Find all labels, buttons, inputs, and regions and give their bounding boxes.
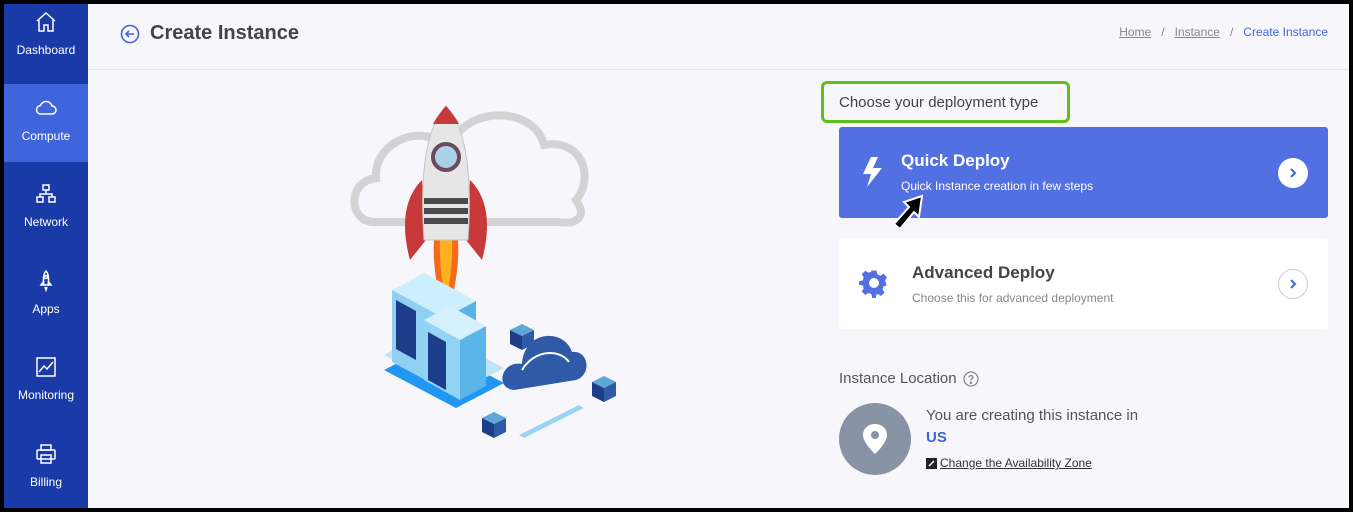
deployment-type-prompt: Choose your deployment type [821, 81, 1070, 123]
chevron-right-icon [1290, 168, 1297, 178]
sidebar-item-billing[interactable]: Billing [4, 436, 88, 508]
printer-icon [36, 444, 56, 464]
sidebar: Dashboard Compute Network Apps Monitorin… [4, 4, 88, 508]
chevron-right-icon [1290, 279, 1297, 289]
lightning-icon [863, 157, 882, 187]
sidebar-item-label: Dashboard [16, 43, 76, 57]
breadcrumb-current: Create Instance [1243, 25, 1328, 39]
app-frame: Dashboard Compute Network Apps Monitorin… [4, 4, 1349, 508]
back-arrow-icon[interactable] [120, 24, 140, 44]
advanced-deploy-subtitle: Choose this for advanced deployment [912, 291, 1114, 305]
rocket-server-illustration [350, 105, 616, 438]
sidebar-item-label: Compute [21, 129, 71, 143]
rocket-icon [39, 269, 53, 293]
quick-deploy-title: Quick Deploy [901, 151, 1010, 170]
gear-icon [859, 270, 887, 298]
breadcrumb-separator: / [1161, 25, 1165, 39]
location-pin-icon [863, 424, 887, 454]
sidebar-item-label: Monitoring [17, 388, 75, 402]
location-description: You are creating this instance in [926, 407, 1139, 424]
breadcrumb-instance[interactable]: Instance [1175, 25, 1220, 39]
instance-location-label: Instance Location [839, 370, 979, 387]
change-availability-zone-link[interactable]: Change the Availability Zone [926, 456, 1092, 470]
sidebar-item-label: Billing [29, 475, 62, 489]
page-header: Create Instance Home / Instance / Create… [88, 4, 1349, 70]
advanced-deploy-arrow-button[interactable] [1278, 269, 1308, 299]
location-region: US [926, 429, 947, 446]
sidebar-item-monitoring[interactable]: Monitoring [4, 349, 88, 427]
location-pin-badge [839, 403, 911, 475]
network-icon [36, 184, 56, 203]
breadcrumb-home[interactable]: Home [1119, 25, 1151, 39]
quick-deploy-arrow-button[interactable] [1278, 158, 1308, 188]
cloud-icon [35, 100, 57, 115]
quick-deploy-subtitle: Quick Instance creation in few steps [901, 179, 1094, 193]
advanced-deploy-title: Advanced Deploy [912, 263, 1055, 282]
instance-location-text: Instance Location [839, 370, 957, 387]
sidebar-item-network[interactable]: Network [4, 176, 88, 254]
change-zone-label: Change the Availability Zone [940, 456, 1092, 470]
breadcrumb-separator: / [1229, 25, 1234, 39]
edit-icon [926, 457, 937, 469]
home-icon [36, 11, 56, 32]
sidebar-item-compute[interactable]: Compute [4, 84, 88, 162]
sidebar-item-label: Network [23, 215, 68, 229]
help-icon[interactable] [962, 370, 979, 387]
advanced-deploy-card[interactable]: Advanced Deploy Choose this for advanced… [839, 238, 1328, 329]
sidebar-item-label: Apps [32, 302, 60, 316]
mouse-cursor-icon [892, 194, 924, 231]
sidebar-item-apps[interactable]: Apps [4, 263, 88, 341]
chart-icon [36, 357, 56, 377]
breadcrumb: Home / Instance / Create Instance [1119, 25, 1328, 39]
sidebar-item-dashboard[interactable]: Dashboard [4, 4, 88, 82]
page-title: Create Instance [150, 22, 299, 44]
